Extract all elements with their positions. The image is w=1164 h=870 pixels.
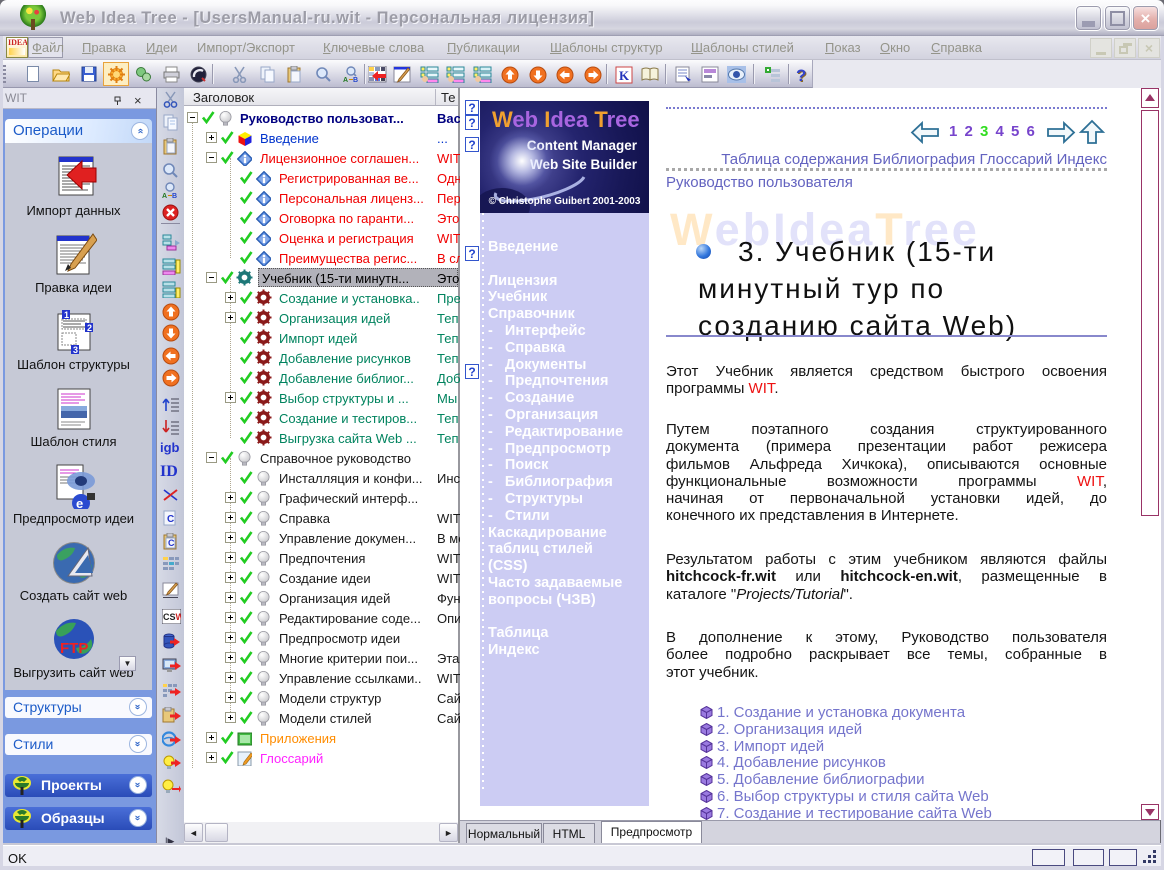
svg-text:3: 3 [73, 345, 78, 355]
svg-text:FTP: FTP [60, 640, 88, 657]
svg-text:B: B [172, 193, 177, 199]
svg-text:2: 2 [87, 323, 92, 333]
svg-text:A: A [162, 193, 167, 199]
svg-text:K: K [619, 68, 630, 83]
svg-text:1: 1 [64, 310, 69, 320]
svg-text:CSW: CSW [163, 612, 181, 622]
svg-text:C: C [167, 514, 174, 525]
svg-text:e: e [76, 496, 83, 509]
svg-text:C: C [168, 538, 175, 548]
svg-text:A: A [343, 77, 348, 83]
svg-text:B: B [353, 77, 358, 83]
